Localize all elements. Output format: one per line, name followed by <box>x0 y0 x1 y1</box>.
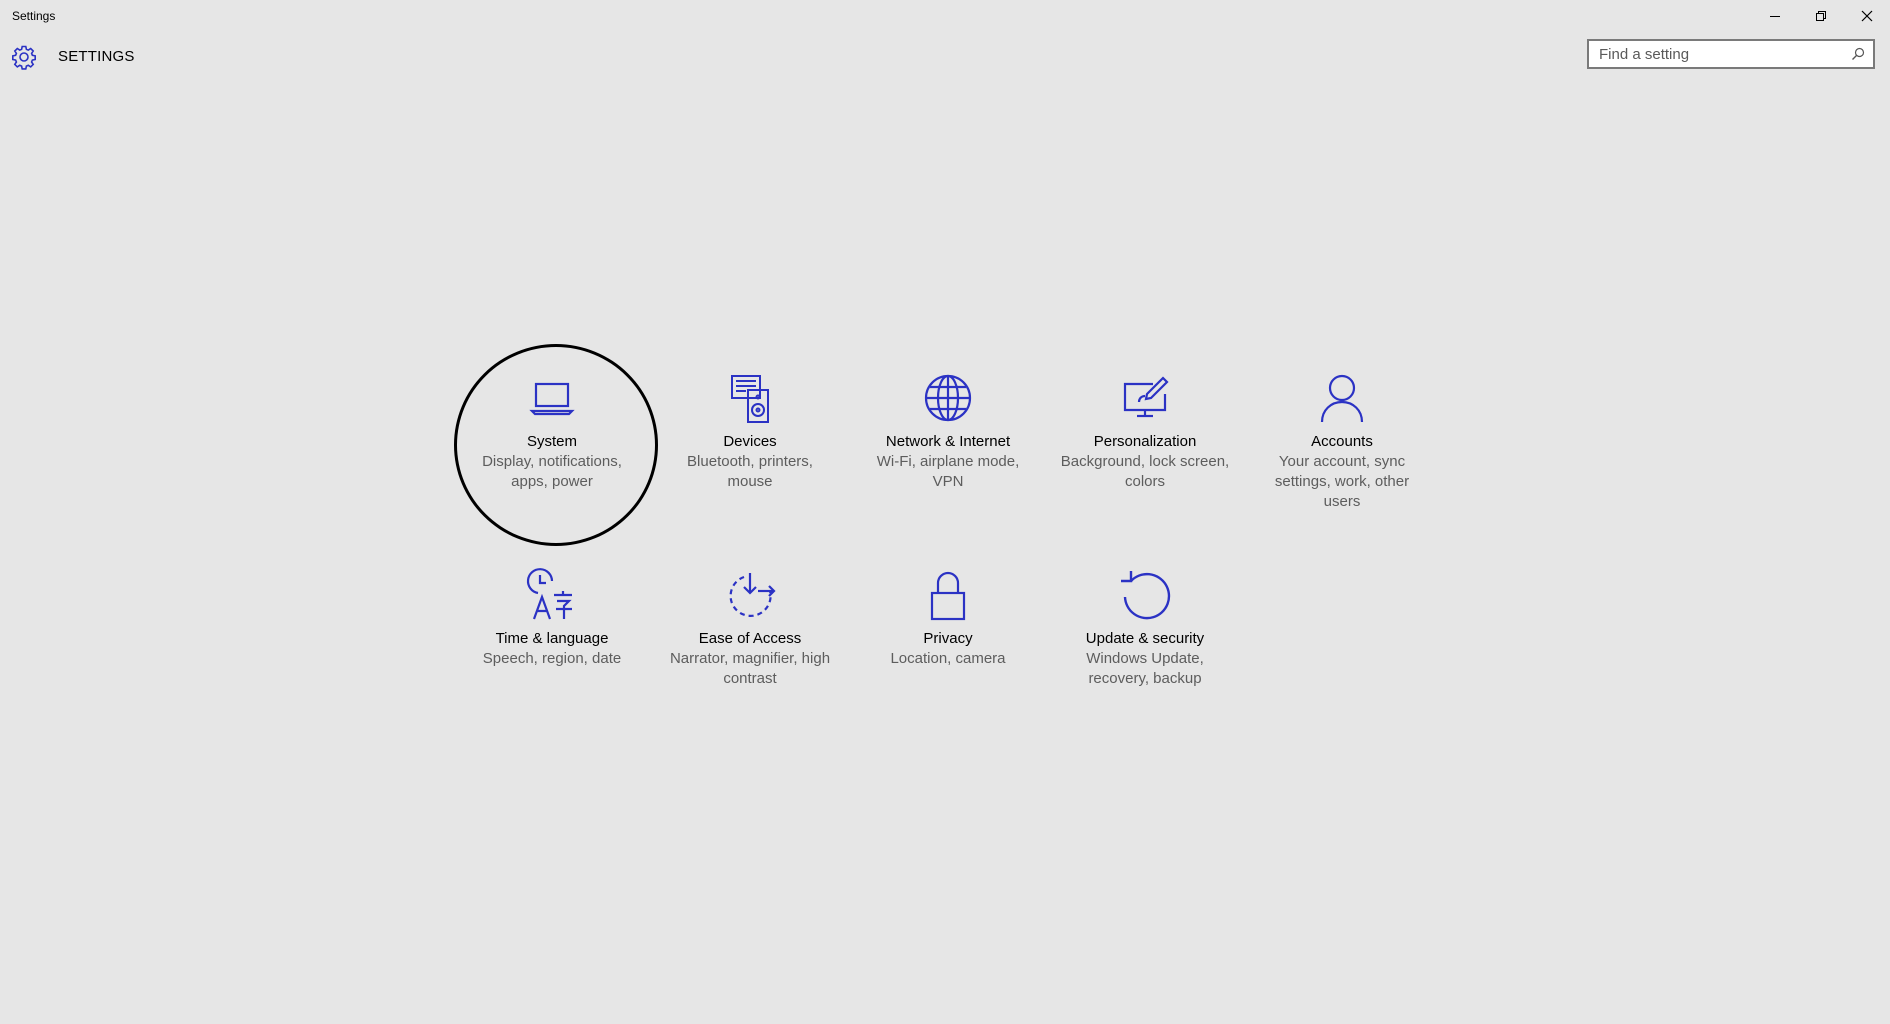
tile-label: Accounts <box>1311 433 1373 450</box>
tile-description: Your account, sync settings, work, other… <box>1274 453 1410 510</box>
tile-privacy[interactable]: Privacy Location, camera <box>863 567 1033 669</box>
title-bar: Settings <box>0 0 1890 32</box>
tile-description: Display, notifications, apps, power <box>482 453 622 490</box>
tile-description: Location, camera <box>890 650 1006 667</box>
refresh-icon <box>1121 571 1171 620</box>
page-title: SETTINGS <box>58 48 135 65</box>
minimize-button[interactable] <box>1752 0 1798 32</box>
person-icon <box>1320 374 1364 423</box>
tile-label: Personalization <box>1093 433 1197 450</box>
tile-label: Network & Internet <box>885 433 1011 450</box>
close-button[interactable] <box>1844 0 1890 32</box>
laptop-icon <box>529 382 575 416</box>
tile-update-security[interactable]: Update & security Windows Update, recove… <box>1060 567 1230 689</box>
tile-ease-of-access[interactable]: Ease of Access Narrator, magnifier, high… <box>665 567 835 689</box>
tile-label: Devices <box>723 433 777 450</box>
paintbrush-icon <box>1123 376 1169 418</box>
time-language-icon <box>526 568 572 620</box>
tile-description: Background, lock screen, colors <box>1060 453 1230 490</box>
tile-description: Speech, region, date <box>482 650 622 667</box>
search-icon[interactable] <box>1851 47 1865 61</box>
search-input[interactable] <box>1589 41 1849 67</box>
close-icon <box>1861 10 1873 22</box>
tile-label: System <box>526 433 577 450</box>
restore-button[interactable] <box>1798 0 1844 32</box>
gear-icon <box>12 45 36 70</box>
tile-description: Narrator, magnifier, high contrast <box>669 650 831 687</box>
tile-time-language[interactable]: Time & language Speech, region, date <box>467 567 637 669</box>
ease-of-access-icon <box>729 573 776 617</box>
devices-icon <box>731 375 769 423</box>
tile-description: Wi-Fi, airplane mode, VPN <box>876 453 1020 490</box>
tile-description: Windows Update, recovery, backup <box>1086 650 1204 687</box>
tile-label: Privacy <box>923 630 973 647</box>
window-title: Settings <box>12 9 56 23</box>
tile-label: Update & security <box>1085 630 1205 647</box>
restore-icon <box>1816 11 1826 21</box>
tile-devices[interactable]: Devices Bluetooth, printers, mouse <box>665 370 835 492</box>
tile-label: Time & language <box>495 630 609 647</box>
tile-description: Bluetooth, printers, mouse <box>687 453 813 490</box>
search-box[interactable] <box>1587 39 1875 69</box>
globe-icon <box>924 374 972 422</box>
tile-system[interactable]: System Display, notifications, apps, pow… <box>467 370 637 492</box>
tile-network-internet[interactable]: Network & Internet Wi-Fi, airplane mode,… <box>863 370 1033 492</box>
window-controls <box>1752 0 1890 32</box>
tile-label: Ease of Access <box>698 630 802 647</box>
tile-accounts[interactable]: Accounts Your account, sync settings, wo… <box>1257 370 1427 512</box>
tile-personalization[interactable]: Personalization Background, lock screen,… <box>1060 370 1230 492</box>
minimize-icon <box>1770 16 1780 17</box>
lock-icon <box>930 571 966 621</box>
